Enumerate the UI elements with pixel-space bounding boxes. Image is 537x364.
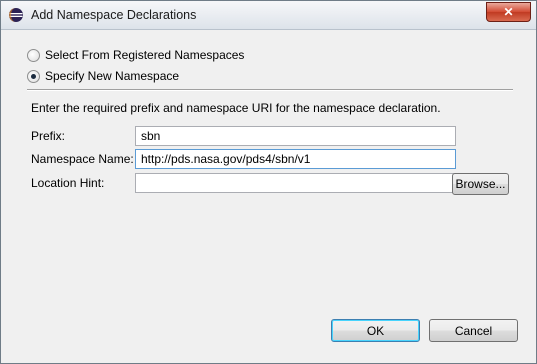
eclipse-icon (8, 7, 24, 23)
namespace-name-label: Namespace Name: (31, 152, 134, 166)
namespace-name-field[interactable] (135, 149, 456, 169)
close-button[interactable]: ✕ (486, 2, 531, 22)
instruction-text: Enter the required prefix and namespace … (31, 101, 441, 115)
radio-registered-label: Select From Registered Namespaces (45, 48, 245, 62)
close-icon: ✕ (503, 5, 514, 19)
cancel-button[interactable]: Cancel (429, 319, 518, 342)
radio-specify-label: Specify New Namespace (45, 69, 180, 83)
prefix-field[interactable] (135, 126, 456, 146)
radio-registered-namespaces[interactable]: Select From Registered Namespaces (27, 48, 244, 62)
browse-button[interactable]: Browse... (452, 173, 509, 195)
separator (27, 89, 513, 91)
title-bar[interactable]: Add Namespace Declarations ✕ (1, 1, 536, 30)
location-hint-label: Location Hint: (31, 176, 105, 190)
dialog-window: Add Namespace Declarations ✕ Select From… (0, 0, 537, 364)
prefix-label: Prefix: (31, 129, 66, 143)
radio-button-checked[interactable] (27, 69, 40, 83)
location-hint-field[interactable] (135, 173, 456, 193)
radio-button-unchecked[interactable] (27, 48, 40, 62)
dialog-content: Select From Registered Namespaces Specif… (9, 30, 529, 356)
radio-specify-namespace[interactable]: Specify New Namespace (27, 69, 179, 83)
ok-button[interactable]: OK (331, 319, 420, 342)
dialog-title: Add Namespace Declarations (31, 8, 197, 22)
